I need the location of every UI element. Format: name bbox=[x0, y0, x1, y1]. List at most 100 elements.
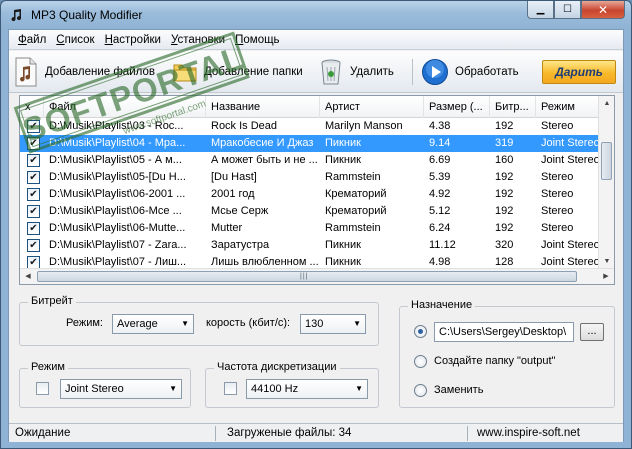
music-note-icon bbox=[11, 9, 22, 22]
close-button[interactable]: ✕ bbox=[581, 1, 625, 19]
process-label: Обработать bbox=[455, 66, 519, 78]
list-header: x Файл Название Артист Размер (... Битр... Реж… bbox=[20, 96, 606, 118]
sample-rate-group-title: Частота дискретизации bbox=[214, 361, 340, 373]
cell-artist: Крематорий bbox=[325, 188, 387, 200]
checkmark-icon: ✔ bbox=[29, 206, 38, 217]
menu-item[interactable]: Настройки bbox=[100, 34, 166, 46]
list-row[interactable]: ✔ D:\Musik\Playlist\06-2001 ... 2001 год Кр… bbox=[20, 186, 606, 203]
file-list[interactable]: x Файл Название Артист Размер (... Битр... Реж… bbox=[19, 95, 615, 285]
list-row[interactable]: ✔ D:\Musik\Playlist\03 - Roc... Rock Is De… bbox=[20, 118, 606, 135]
checkmark-icon: ✔ bbox=[29, 121, 38, 132]
column-header[interactable]: Файл bbox=[44, 96, 206, 118]
scroll-up-icon[interactable]: ▲ bbox=[599, 96, 614, 112]
trash-icon bbox=[321, 59, 341, 85]
row-checkbox[interactable]: ✔ bbox=[27, 188, 40, 201]
status-website[interactable]: www.inspire-soft.net bbox=[473, 424, 580, 443]
mode-select[interactable]: Joint Stereo ▼ bbox=[60, 379, 182, 399]
cell-artist: Пикник bbox=[325, 239, 361, 251]
add-folder-button[interactable]: Добавление папки bbox=[172, 56, 303, 88]
menu-item[interactable]: Установки bbox=[166, 34, 230, 46]
row-checkbox[interactable]: ✔ bbox=[27, 222, 40, 235]
horizontal-scrollbar[interactable]: ◀ ||| ▶ bbox=[20, 268, 614, 284]
cell-file: D:\Musik\Playlist\05 - А м... bbox=[49, 154, 182, 166]
mode-group: Режим Joint Stereo ▼ bbox=[19, 361, 191, 408]
menu-bar: Файл Список Настройки Установки Помощь bbox=[9, 30, 623, 50]
row-checkbox[interactable]: ✔ bbox=[27, 171, 40, 184]
column-header[interactable]: Размер (... bbox=[424, 96, 490, 118]
vertical-scrollbar[interactable]: ▲ ▼ bbox=[598, 96, 614, 270]
cell-file: D:\Musik\Playlist\05-[Du H... bbox=[49, 171, 186, 183]
client-area: Файл Список Настройки Установки Помощь Добав… bbox=[8, 29, 624, 442]
destination-group: Назначение C:\Users\Sergey\Desktop\ ... … bbox=[399, 299, 615, 408]
cell-bitrate: 320 bbox=[495, 239, 514, 251]
cell-file: D:\Musik\Playlist\03 - Roc... bbox=[49, 120, 184, 132]
column-header[interactable]: Битр... bbox=[490, 96, 536, 118]
column-header[interactable]: Режим bbox=[536, 96, 606, 118]
destination-path-value: C:\Users\Sergey\Desktop\ bbox=[439, 326, 567, 338]
minimize-button[interactable]: ▁ bbox=[527, 1, 554, 19]
cell-file: D:\Musik\Playlist\06-2001 ... bbox=[49, 188, 186, 200]
add-files-button[interactable]: Добавление файлов bbox=[13, 56, 155, 88]
list-row[interactable]: ✔ D:\Musik\Playlist\04 - Мра... Мракобесие… bbox=[20, 135, 606, 152]
menu-item[interactable]: Список bbox=[51, 34, 99, 46]
create-folder-label[interactable]: Создайте папку "output" bbox=[434, 355, 555, 367]
bitrate-mode-select[interactable]: Average ▼ bbox=[112, 314, 194, 334]
row-checkbox[interactable]: ✔ bbox=[27, 137, 40, 150]
cell-size: 4.38 bbox=[429, 120, 451, 132]
bitrate-speed-label: корость (кбит/с): bbox=[206, 317, 291, 329]
cell-mode: Stereo bbox=[541, 222, 574, 234]
mode-checkbox[interactable] bbox=[36, 382, 49, 395]
column-header[interactable]: x bbox=[20, 96, 44, 118]
checkmark-icon: ✔ bbox=[29, 138, 38, 149]
process-button[interactable]: Обработать bbox=[421, 56, 519, 88]
horizontal-scroll-thumb[interactable]: ||| bbox=[37, 271, 577, 282]
list-row[interactable]: ✔ D:\Musik\Playlist\07 - Zara... Заратустр… bbox=[20, 237, 606, 254]
cell-bitrate: 192 bbox=[495, 120, 514, 132]
row-checkbox[interactable]: ✔ bbox=[27, 154, 40, 167]
bitrate-speed-select[interactable]: 130 ▼ bbox=[300, 314, 366, 334]
list-row[interactable]: ✔ D:\Musik\Playlist\05-[Du H... [Du Hast] R… bbox=[20, 169, 606, 186]
destination-path-input[interactable]: C:\Users\Sergey\Desktop\ bbox=[434, 322, 574, 342]
chevron-down-icon: ▼ bbox=[353, 319, 361, 328]
sample-rate-group: Частота дискретизации 44100 Hz ▼ bbox=[205, 361, 379, 408]
cell-title: Заратустра bbox=[211, 239, 270, 251]
vertical-scroll-thumb[interactable] bbox=[601, 142, 612, 180]
row-checkbox[interactable]: ✔ bbox=[27, 205, 40, 218]
donate-button[interactable]: Дарить bbox=[542, 60, 616, 84]
sample-rate-select[interactable]: 44100 Hz ▼ bbox=[246, 379, 368, 399]
cell-size: 6.24 bbox=[429, 222, 451, 234]
title-bar[interactable]: MP3 Quality Modifier ▁ ☐ ✕ bbox=[1, 1, 631, 29]
cell-artist: Пикник bbox=[325, 154, 361, 166]
cell-mode: Joint Stereo bbox=[541, 137, 600, 149]
chevron-down-icon: ▼ bbox=[181, 319, 189, 328]
list-row[interactable]: ✔ D:\Musik\Playlist\05 - А м... А может бы… bbox=[20, 152, 606, 169]
app-window: MP3 Quality Modifier ▁ ☐ ✕ Файл Список Нас… bbox=[0, 0, 632, 449]
scroll-right-icon[interactable]: ▶ bbox=[598, 269, 614, 284]
replace-radio[interactable] bbox=[414, 384, 427, 397]
row-checkbox[interactable]: ✔ bbox=[27, 239, 40, 252]
status-bar: Ожидание Загруженые файлы: 34 www.inspir… bbox=[9, 423, 623, 442]
window-title: MP3 Quality Modifier bbox=[31, 8, 143, 22]
browse-button[interactable]: ... bbox=[580, 323, 604, 341]
menu-item[interactable]: Файл bbox=[13, 34, 51, 46]
delete-button[interactable]: Удалить bbox=[318, 56, 394, 88]
menu-item[interactable]: Помощь bbox=[230, 34, 284, 46]
destination-path-radio[interactable] bbox=[414, 325, 427, 338]
sample-rate-checkbox[interactable] bbox=[224, 382, 237, 395]
create-folder-radio[interactable] bbox=[414, 355, 427, 368]
replace-label[interactable]: Заменить bbox=[434, 384, 483, 396]
column-header[interactable]: Артист bbox=[320, 96, 424, 118]
minimize-icon: ▁ bbox=[536, 4, 545, 15]
cell-size: 5.39 bbox=[429, 171, 451, 183]
toolbar: Добавление файлов Добавление папки Удали… bbox=[9, 51, 623, 93]
list-row[interactable]: ✔ D:\Musik\Playlist\06-Мсе ... Мсье Серж Кр… bbox=[20, 203, 606, 220]
list-row[interactable]: ✔ D:\Musik\Playlist\06-Mutte... Mutter Ramm… bbox=[20, 220, 606, 237]
maximize-button[interactable]: ☐ bbox=[554, 1, 581, 19]
status-state: Ожидание bbox=[15, 427, 71, 439]
column-header[interactable]: Название bbox=[206, 96, 320, 118]
bitrate-mode-value: Average bbox=[117, 318, 158, 330]
scroll-left-icon[interactable]: ◀ bbox=[20, 269, 36, 284]
checkmark-icon: ✔ bbox=[29, 172, 38, 183]
row-checkbox[interactable]: ✔ bbox=[27, 120, 40, 133]
play-icon bbox=[422, 59, 448, 85]
